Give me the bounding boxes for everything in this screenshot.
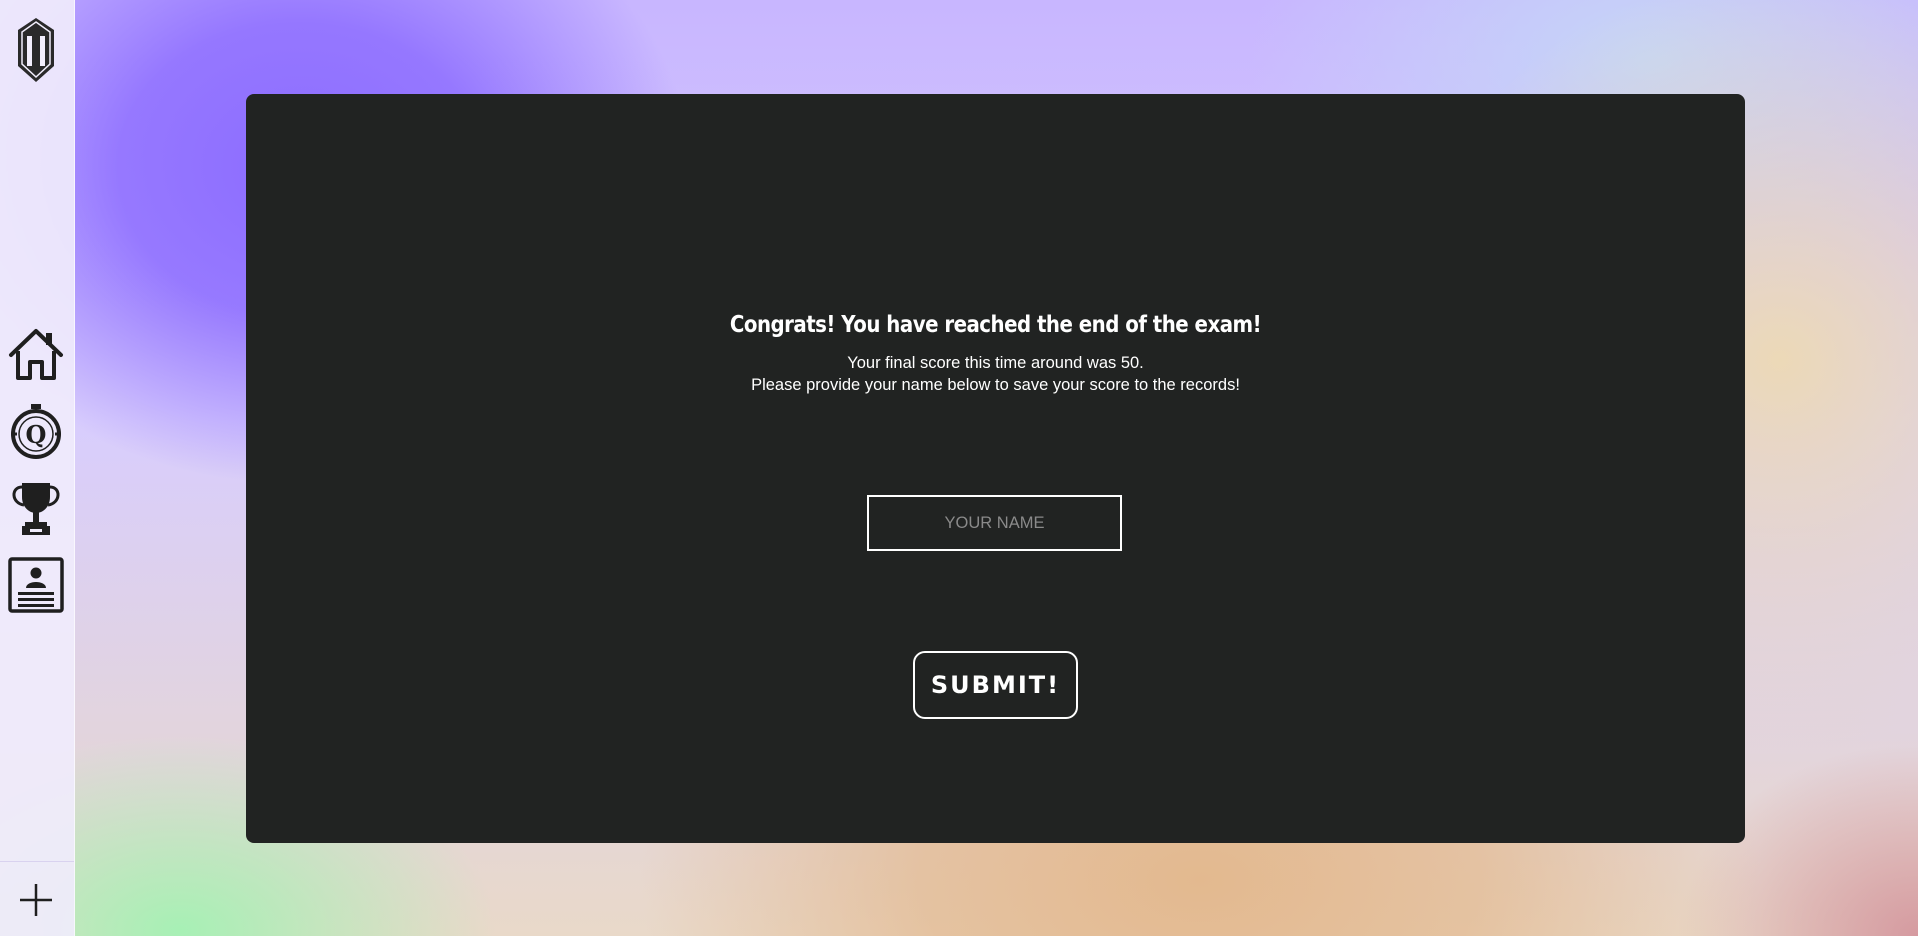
results-panel: Congrats! You have reached the end of th… — [246, 94, 1745, 843]
score-message: Your final score this time around was 50… — [246, 352, 1745, 396]
quiz-stopwatch-icon: Q — [11, 404, 61, 459]
name-input[interactable] — [867, 495, 1122, 551]
page-title: Congrats! You have reached the end of th… — [729, 312, 1262, 338]
sidebar-divider — [0, 861, 74, 862]
score-line: Your final score this time around was 50… — [847, 354, 1144, 372]
shield-logo-icon[interactable] — [14, 16, 58, 86]
profile-card-icon — [8, 557, 64, 613]
submit-button[interactable]: SUBMIT! — [913, 651, 1078, 719]
sidebar: Q — [0, 0, 75, 936]
sidebar-nav: Q — [6, 322, 66, 630]
plus-icon — [20, 884, 52, 916]
sidebar-item-quiz[interactable]: Q — [6, 399, 66, 463]
sidebar-item-home[interactable] — [6, 322, 66, 386]
instruction-line: Please provide your name below to save y… — [751, 376, 1240, 394]
sidebar-item-high-scores[interactable] — [6, 476, 66, 540]
svg-text:Q: Q — [26, 420, 47, 449]
trophy-icon — [12, 483, 60, 535]
sidebar-item-profile[interactable] — [6, 553, 66, 617]
add-button[interactable] — [16, 880, 56, 920]
home-icon — [9, 329, 63, 380]
